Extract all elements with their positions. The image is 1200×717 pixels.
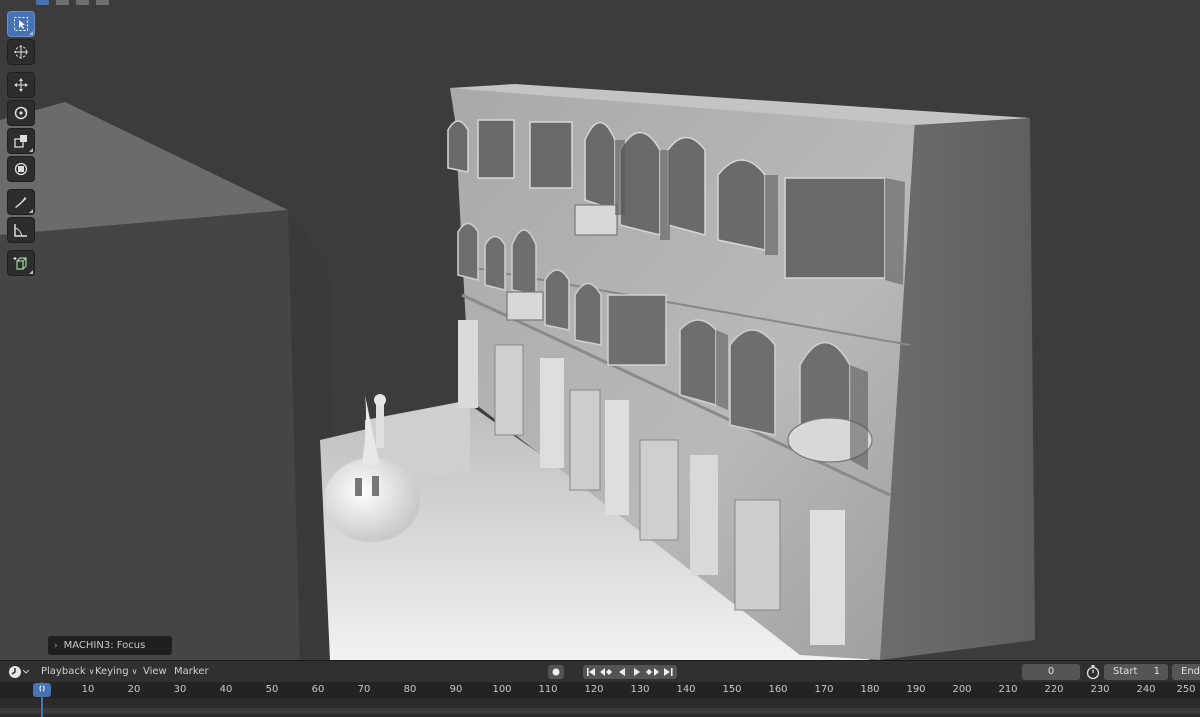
3d-viewport[interactable]: › MACHIN3: Focus <box>0 0 1200 660</box>
next-keyframe-icon[interactable] <box>646 668 659 676</box>
ruler-tick: 80 <box>403 684 417 695</box>
marker-menu[interactable]: Marker <box>174 665 209 679</box>
ruler-tick: 160 <box>768 684 788 695</box>
ruler-tick: 100 <box>492 684 512 695</box>
select-box-tool[interactable] <box>7 11 35 37</box>
select-box-icon <box>14 17 28 31</box>
ruler-tick: 200 <box>952 684 972 695</box>
view-menu[interactable]: View <box>143 665 167 679</box>
timeline-scrollbar[interactable] <box>0 708 1200 714</box>
end-frame-label: End <box>1181 666 1200 677</box>
tool-shelf <box>7 10 37 277</box>
rotate-tool[interactable] <box>7 100 35 126</box>
ruler-tick: 30 <box>173 684 187 695</box>
ruler-tick: 240 <box>1136 684 1156 695</box>
annotate-icon <box>15 197 27 208</box>
ruler-tick: 70 <box>357 684 371 695</box>
ruler-tick: 170 <box>814 684 834 695</box>
ruler-tick: 50 <box>265 684 279 695</box>
ruler-tick: 230 <box>1090 684 1110 695</box>
chevron-down-icon: ∨ <box>88 667 95 676</box>
prev-keyframe-icon[interactable] <box>600 668 612 676</box>
start-frame-label: Start <box>1113 666 1138 677</box>
measure-tool[interactable] <box>7 217 35 243</box>
timeline-track-area[interactable] <box>0 698 1200 717</box>
annotate-tool[interactable] <box>7 189 35 215</box>
timeline-header: Playback ∨ Keying ∨ View Marker 0 Start 1 … <box>0 660 1200 682</box>
ruler-tick: 130 <box>630 684 650 695</box>
playhead[interactable] <box>41 682 43 717</box>
scale-icon <box>14 135 27 148</box>
stopwatch-icon[interactable] <box>1086 664 1100 680</box>
ruler-tick: 60 <box>311 684 325 695</box>
jump-end-icon[interactable] <box>664 668 673 676</box>
ruler-tick: 10 <box>81 684 95 695</box>
top-header-strip <box>0 0 140 6</box>
start-frame-field[interactable]: Start 1 <box>1104 664 1168 680</box>
ruler-tick: 90 <box>449 684 463 695</box>
playback-menu[interactable]: Playback ∨ <box>41 665 94 679</box>
clock-icon <box>9 666 30 678</box>
ruler-tick: 250 <box>1176 684 1196 695</box>
ruler-tick: 120 <box>584 684 604 695</box>
add-cube-tool[interactable] <box>7 250 35 276</box>
operator-panel-label: MACHIN3: Focus <box>63 640 146 651</box>
start-frame-value: 1 <box>1153 666 1160 677</box>
left-block-side <box>0 210 300 660</box>
current-frame-field[interactable]: 0 <box>1022 664 1080 680</box>
operator-panel[interactable]: › MACHIN3: Focus <box>48 636 172 655</box>
cursor-icon <box>14 45 28 59</box>
end-frame-field[interactable]: End <box>1172 664 1200 680</box>
jump-start-icon[interactable] <box>587 668 595 676</box>
ruler-tick: 150 <box>722 684 742 695</box>
rotate-icon <box>14 106 28 120</box>
ruler-tick: 180 <box>860 684 880 695</box>
play-reverse-icon[interactable] <box>619 668 625 676</box>
move-icon <box>14 78 28 92</box>
keying-menu[interactable]: Keying ∨ <box>95 665 137 679</box>
ruler-tick: 40 <box>219 684 233 695</box>
chevron-right-icon: › <box>54 640 58 651</box>
transform-tool[interactable] <box>7 156 35 182</box>
record-button[interactable] <box>548 665 564 679</box>
scale-tool[interactable] <box>7 128 35 154</box>
ruler-tick: 210 <box>998 684 1018 695</box>
editor-type-selector[interactable] <box>8 665 30 679</box>
ruler-tick: 190 <box>906 684 926 695</box>
ruler-tick: 140 <box>676 684 696 695</box>
ruler-tick: 20 <box>127 684 141 695</box>
play-icon[interactable] <box>634 668 640 676</box>
cursor-tool[interactable] <box>7 39 35 65</box>
record-icon <box>552 668 560 676</box>
measure-icon <box>14 224 27 237</box>
ruler-tick: 110 <box>538 684 558 695</box>
transform-icon <box>14 162 28 176</box>
ruler-tick: 220 <box>1044 684 1064 695</box>
transport-controls <box>583 665 677 679</box>
add-cube-icon <box>13 257 27 270</box>
move-tool[interactable] <box>7 72 35 98</box>
3d-scene-render[interactable] <box>0 0 1200 660</box>
frame-ruler[interactable]: 0 10 20 30 40 50 60 70 80 90 100 110 120… <box>0 682 1200 698</box>
chevron-down-icon: ∨ <box>131 667 138 676</box>
